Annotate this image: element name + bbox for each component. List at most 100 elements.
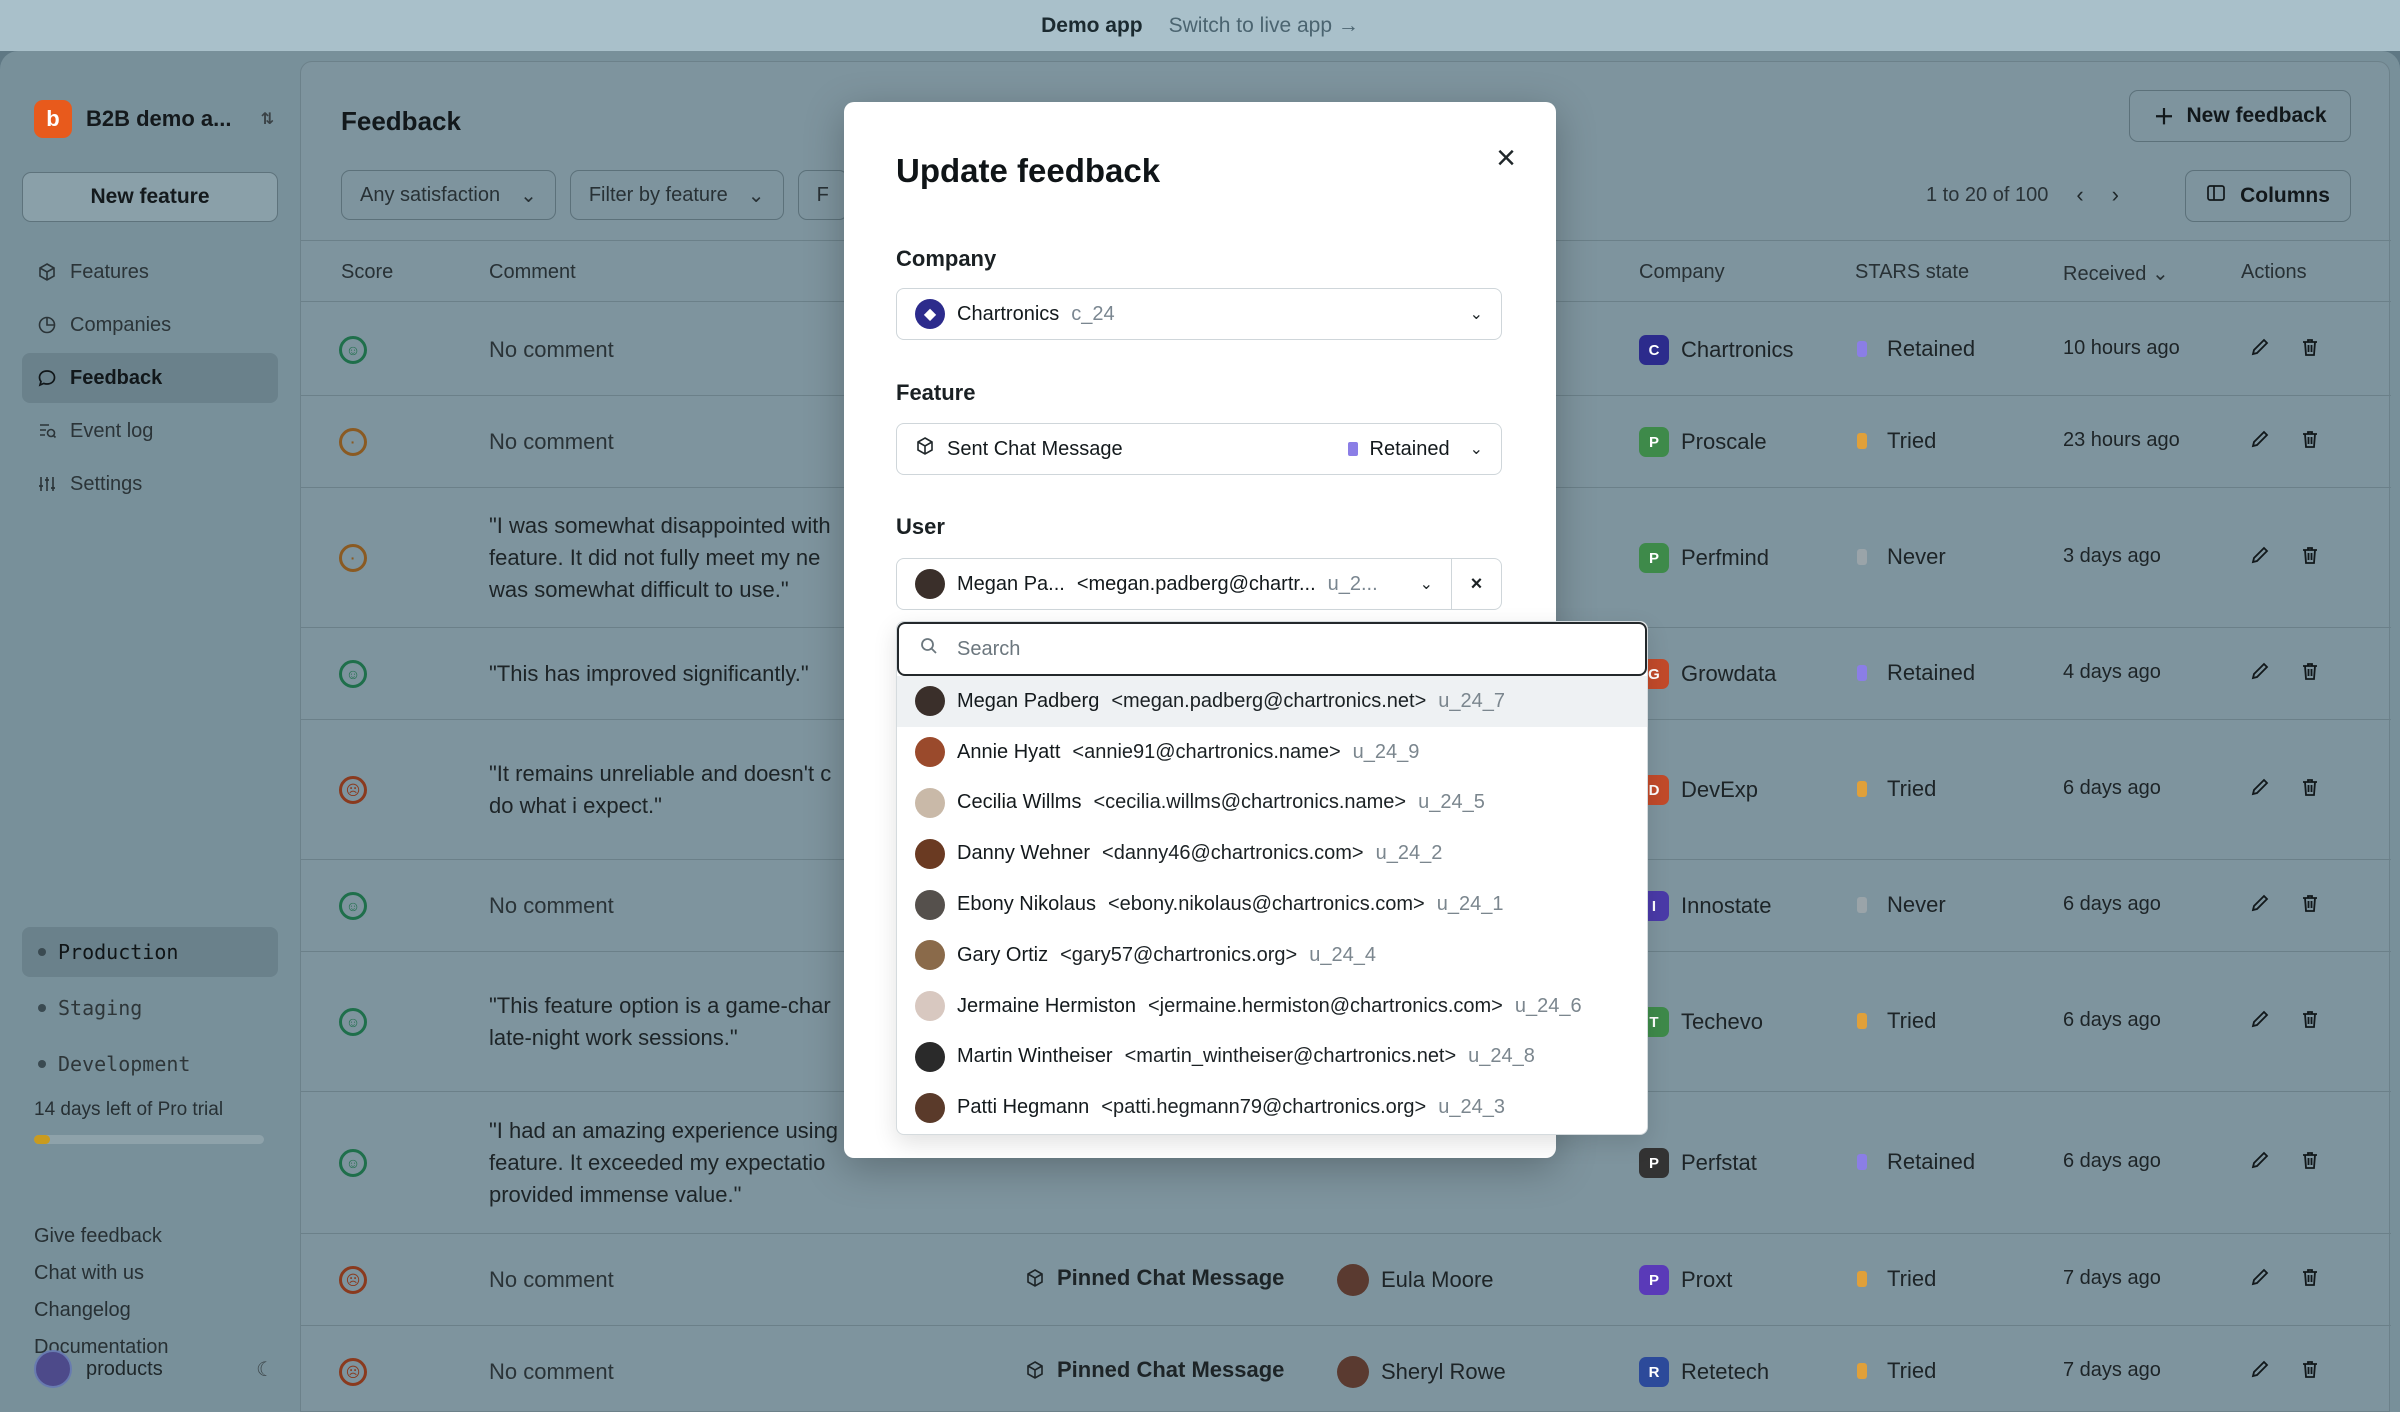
company-cell[interactable]: P Proscale [1639, 427, 1767, 457]
user-cell[interactable]: Eula Moore [1337, 1264, 1494, 1296]
account-menu[interactable]: products ☾ [34, 1349, 274, 1389]
give-feedback-link[interactable]: Give feedback [34, 1225, 169, 1262]
company-cell[interactable]: I Innostate [1639, 891, 1772, 921]
prev-page-icon[interactable]: ‹ [2076, 182, 2083, 208]
edit-icon[interactable] [2249, 1008, 2271, 1036]
sidebar-item-label: Companies [70, 313, 172, 336]
company-select[interactable]: ◆ Chartronics c_24 ⌄ [896, 288, 1502, 340]
third-filter[interactable]: F [797, 170, 848, 220]
trash-icon[interactable] [2299, 1266, 2321, 1294]
edit-icon[interactable] [2249, 544, 2271, 572]
edit-icon[interactable] [2249, 776, 2271, 804]
user-select[interactable]: Megan Pa... <megan.padberg@chartr... u_2… [896, 558, 1452, 610]
avatar [915, 889, 945, 920]
next-page-icon[interactable]: › [2112, 182, 2119, 208]
trash-icon[interactable] [2299, 776, 2321, 804]
user-option[interactable]: Gary Ortiz <gary57@chartronics.org> u_24_4 [897, 930, 1647, 981]
avatar [915, 1041, 945, 1072]
trash-icon[interactable] [2299, 1358, 2321, 1386]
env-dot [38, 948, 46, 956]
feature-cell[interactable]: Pinned Chat Message [1025, 1265, 1284, 1291]
company-logo: P [1639, 427, 1669, 457]
sidebar-item-settings[interactable]: Settings [22, 459, 278, 509]
trash-icon[interactable] [2299, 892, 2321, 920]
company-cell[interactable]: P Perfstat [1639, 1148, 1757, 1178]
filter-label: Filter by feature [588, 183, 728, 206]
user-option[interactable]: Annie Hyatt <annie91@chartronics.name> u_2… [897, 727, 1647, 778]
edit-icon[interactable] [2249, 1149, 2271, 1177]
edit-icon[interactable] [2249, 1266, 2271, 1294]
org-switcher[interactable]: b B2B demo a... ⇅ [34, 99, 274, 139]
trash-icon[interactable] [2299, 428, 2321, 456]
company-name: Perfstat [1681, 1150, 1757, 1175]
env-development[interactable]: Development [22, 1039, 278, 1089]
trash-icon[interactable] [2299, 1149, 2321, 1177]
score-cell: ☹ [339, 776, 367, 804]
edit-icon[interactable] [2249, 660, 2271, 688]
company-cell[interactable]: G Growdata [1639, 659, 1776, 689]
feature-select[interactable]: Sent Chat Message Retained ⌄ [896, 423, 1502, 475]
company-logo: P [1639, 1148, 1669, 1178]
new-feedback-button[interactable]: ＋ New feedback [2129, 90, 2351, 142]
user-option[interactable]: Ebony Nikolaus <ebony.nikolaus@chartronic… [897, 879, 1647, 930]
sidebar-item-companies[interactable]: Companies [22, 300, 278, 350]
feature-filter[interactable]: Filter by feature ⌄ [569, 170, 784, 220]
trash-icon[interactable] [2299, 660, 2321, 688]
company-cell[interactable]: R Retetech [1639, 1357, 1769, 1387]
columns-button[interactable]: Columns [2185, 170, 2351, 222]
header-stars-state[interactable]: STARS state [1855, 261, 1969, 284]
table-row[interactable]: ☹ No comment Pinned Chat Message Sheryl Row… [301, 1326, 2391, 1412]
user-option[interactable]: Martin Wintheiser <martin_wintheiser@char… [897, 1032, 1647, 1083]
user-option[interactable]: Patti Hegmann <patti.hegmann79@chartronic… [897, 1082, 1647, 1133]
user-option[interactable]: Cecilia Willms <cecilia.willms@chartronic… [897, 778, 1647, 829]
company-cell[interactable]: D DevExp [1639, 775, 1758, 805]
company-cell[interactable]: C Chartronics [1639, 335, 1793, 365]
close-icon[interactable]: × [1484, 136, 1528, 180]
env-staging[interactable]: Staging [22, 983, 278, 1033]
org-name: B2B demo a... [86, 106, 232, 131]
sidebar-item-event-log[interactable]: Event log [22, 406, 278, 456]
trash-icon[interactable] [2299, 544, 2321, 572]
header-score[interactable]: Score [341, 261, 393, 284]
company-cell[interactable]: P Perfmind [1639, 543, 1769, 573]
user-option[interactable]: Megan Padberg <megan.padberg@chartronics.… [897, 676, 1647, 727]
header-received[interactable]: Received ⌄ [2063, 261, 2169, 286]
stars-state-cell: Tried [1857, 776, 1936, 802]
stars-state-cell: Retained [1857, 1149, 1975, 1175]
company-cell[interactable]: T Techevo [1639, 1007, 1763, 1037]
feature-cell[interactable]: Pinned Chat Message [1025, 1357, 1284, 1383]
company-name: Growdata [1681, 661, 1777, 686]
edit-icon[interactable] [2249, 428, 2271, 456]
company-cell[interactable]: P Proxt [1639, 1265, 1732, 1295]
search-input[interactable]: Search [897, 622, 1647, 676]
clear-user-button[interactable]: × [1452, 558, 1502, 610]
demo-banner: Demo app Switch to live app → [0, 0, 2400, 51]
edit-icon[interactable] [2249, 336, 2271, 364]
sidebar-item-feedback[interactable]: Feedback [22, 353, 278, 403]
satisfaction-filter[interactable]: Any satisfaction ⌄ [341, 170, 556, 220]
trash-icon[interactable] [2299, 1008, 2321, 1036]
user-cell[interactable]: Sheryl Rowe [1337, 1356, 1506, 1388]
edit-icon[interactable] [2249, 892, 2271, 920]
avatar [915, 838, 945, 869]
edit-icon[interactable] [2249, 1358, 2271, 1386]
row-actions [2249, 1149, 2321, 1177]
state-label: Tried [1887, 1358, 1937, 1383]
moon-icon[interactable]: ☾ [256, 1357, 274, 1382]
table-row[interactable]: ☹ No comment Pinned Chat Message Eula Moore… [301, 1234, 2391, 1326]
changelog-link[interactable]: Changelog [34, 1299, 169, 1336]
env-production[interactable]: Production [22, 927, 278, 977]
row-actions [2249, 428, 2321, 456]
user-option-list: Megan Padberg <megan.padberg@chartronics.… [897, 676, 1647, 1133]
new-feature-button[interactable]: New feature [22, 172, 278, 222]
header-comment[interactable]: Comment [489, 261, 576, 284]
user-option[interactable]: Danny Wehner <danny46@chartronics.com> u_2… [897, 828, 1647, 879]
sidebar-item-features[interactable]: Features [22, 247, 278, 297]
chat-with-us-link[interactable]: Chat with us [34, 1262, 169, 1299]
switch-to-live-link[interactable]: Switch to live app → [1169, 14, 1359, 38]
state-dot [1857, 433, 1867, 449]
trash-icon[interactable] [2299, 336, 2321, 364]
user-option[interactable]: Jermaine Hermiston <jermaine.hermiston@ch… [897, 981, 1647, 1032]
state-label: Retained [1887, 660, 1976, 685]
header-company[interactable]: Company [1639, 261, 1725, 284]
